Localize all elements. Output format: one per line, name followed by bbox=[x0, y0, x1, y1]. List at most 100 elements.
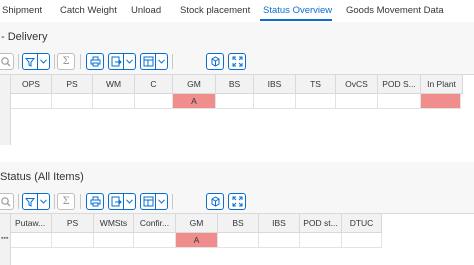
column-header[interactable]: GM bbox=[176, 214, 218, 233]
toolbar-separator bbox=[172, 194, 173, 209]
column-header[interactable]: C bbox=[135, 75, 173, 94]
column-header[interactable]: In Plant bbox=[421, 75, 463, 94]
table-cell bbox=[134, 233, 176, 248]
toolbar-separator bbox=[54, 194, 55, 209]
toolbar-separator bbox=[18, 194, 19, 209]
fullscreen-button[interactable] bbox=[228, 193, 246, 210]
column-header[interactable]: Confir... bbox=[134, 214, 176, 233]
table-cell bbox=[216, 94, 254, 109]
layout-button[interactable] bbox=[140, 53, 168, 70]
details-button[interactable] bbox=[206, 53, 224, 70]
table-cell bbox=[296, 94, 336, 109]
column-header[interactable]: IBS bbox=[259, 214, 300, 233]
column-header[interactable]: DTUC bbox=[342, 214, 382, 233]
details-icon bbox=[210, 196, 221, 207]
sum-button[interactable]: Σ bbox=[57, 193, 75, 210]
column-header[interactable]: BS bbox=[216, 75, 254, 94]
chevron-down-icon[interactable] bbox=[123, 194, 135, 209]
sum-button[interactable]: Σ bbox=[57, 53, 75, 70]
toolbar-separator bbox=[80, 194, 81, 209]
chevron-down-icon[interactable] bbox=[37, 54, 49, 69]
column-header[interactable]: WMSts bbox=[94, 214, 134, 233]
items-grid: Putaw... PS WMSts Confir... GM BS IBS PO… bbox=[0, 213, 474, 265]
details-button[interactable] bbox=[206, 193, 224, 210]
chevron-down-icon[interactable] bbox=[155, 54, 167, 69]
filter-button[interactable] bbox=[22, 193, 50, 210]
table-cell bbox=[342, 233, 382, 248]
layout-icon bbox=[141, 56, 155, 67]
tab-unload[interactable]: Unload bbox=[131, 5, 161, 16]
column-header[interactable]: POD S... bbox=[378, 75, 421, 94]
details-icon bbox=[210, 56, 221, 67]
chevron-down-icon[interactable] bbox=[37, 194, 49, 209]
delivery-section: - Delivery Σ OPS PS WM C GM BS IBS TS Ov… bbox=[0, 22, 474, 145]
filter-icon bbox=[23, 197, 37, 207]
filter-button[interactable] bbox=[22, 53, 50, 70]
export-icon bbox=[109, 196, 123, 207]
fullscreen-button[interactable] bbox=[228, 53, 246, 70]
table-cell bbox=[94, 233, 134, 248]
active-tab-indicator bbox=[260, 19, 332, 21]
column-header[interactable]: IBS bbox=[254, 75, 296, 94]
table-cell bbox=[259, 233, 300, 248]
column-header[interactable]: BS bbox=[218, 214, 259, 233]
magnifier-icon[interactable] bbox=[0, 53, 14, 70]
toolbar-separator bbox=[172, 54, 173, 69]
tab-strip: Shipment Catch Weight Unload Stock place… bbox=[0, 0, 474, 22]
table-cell bbox=[11, 233, 52, 248]
delivery-section-title: - Delivery bbox=[1, 31, 48, 43]
print-button[interactable] bbox=[86, 53, 104, 70]
column-header[interactable]: OvCS bbox=[336, 75, 378, 94]
in-plant-status-cell bbox=[421, 94, 461, 109]
toolbar-separator bbox=[54, 54, 55, 69]
delivery-toolbar: Σ bbox=[0, 51, 474, 73]
tab-status-overview[interactable]: Status Overview bbox=[263, 5, 332, 16]
tab-goods-movement-data[interactable]: Goods Movement Data bbox=[346, 5, 444, 16]
filter-icon bbox=[23, 57, 37, 67]
column-header[interactable]: PS bbox=[52, 75, 93, 94]
export-button[interactable] bbox=[108, 53, 136, 70]
print-icon bbox=[90, 56, 101, 67]
toolbar-separator bbox=[80, 54, 81, 69]
selected-row-indicator: ▪▪▪ bbox=[1, 235, 9, 242]
items-section-title: Status (All Items) bbox=[0, 171, 84, 183]
table-cell bbox=[300, 233, 342, 248]
table-cell bbox=[135, 94, 173, 109]
fullscreen-icon bbox=[232, 196, 243, 207]
chevron-down-icon[interactable] bbox=[155, 194, 167, 209]
column-header[interactable]: OPS bbox=[11, 75, 52, 94]
items-toolbar: Σ bbox=[0, 191, 474, 213]
row-selector-column[interactable] bbox=[0, 75, 11, 145]
export-button[interactable] bbox=[108, 193, 136, 210]
sum-icon: Σ bbox=[62, 56, 70, 67]
column-header[interactable]: PS bbox=[52, 214, 94, 233]
column-header[interactable]: POD st... bbox=[300, 214, 342, 233]
column-header[interactable]: Putaw... bbox=[11, 214, 52, 233]
table-cell bbox=[93, 94, 135, 109]
column-header[interactable]: TS bbox=[296, 75, 336, 94]
magnifier-icon[interactable] bbox=[0, 193, 14, 210]
gm-status-cell: A bbox=[176, 233, 218, 248]
chevron-down-icon[interactable] bbox=[123, 54, 135, 69]
tab-stock-placement[interactable]: Stock placement bbox=[180, 5, 250, 16]
column-header[interactable]: WM bbox=[93, 75, 135, 94]
column-header[interactable]: GM bbox=[173, 75, 216, 94]
export-icon bbox=[109, 56, 123, 67]
gm-status-cell: A bbox=[173, 94, 216, 109]
print-button[interactable] bbox=[86, 193, 104, 210]
table-cell bbox=[336, 94, 378, 109]
delivery-grid: OPS PS WM C GM BS IBS TS OvCS POD S... I… bbox=[0, 74, 474, 145]
items-section: Status (All Items) Σ Putaw... PS WMSts C… bbox=[0, 162, 474, 265]
print-icon bbox=[90, 196, 101, 207]
table-cell bbox=[378, 94, 421, 109]
table-cell bbox=[52, 233, 94, 248]
table-cell bbox=[254, 94, 296, 109]
tab-shipment[interactable]: Shipment bbox=[2, 5, 42, 16]
table-cell bbox=[11, 94, 52, 109]
tab-catch-weight[interactable]: Catch Weight bbox=[60, 5, 117, 16]
layout-button[interactable] bbox=[140, 193, 168, 210]
sum-icon: Σ bbox=[62, 196, 70, 207]
table-cell bbox=[52, 94, 93, 109]
table-cell bbox=[218, 233, 259, 248]
fullscreen-icon bbox=[232, 56, 243, 67]
